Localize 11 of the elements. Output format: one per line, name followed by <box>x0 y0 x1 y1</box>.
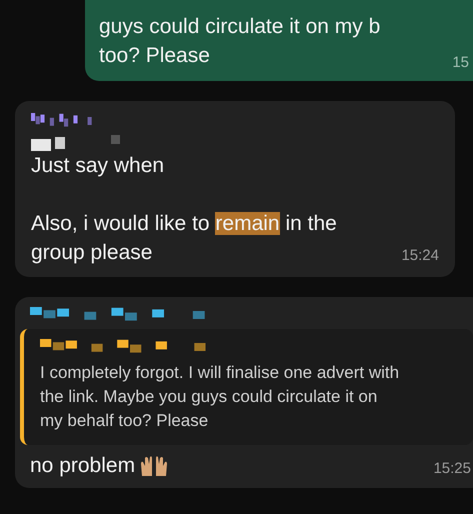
raised-hands-icon <box>139 454 170 478</box>
quoted-text: I completely forgot. I will finalise one advert with the link. Maybe you guys could circulate it on my behalf too? Please <box>40 362 400 432</box>
message-time: 15:25 <box>433 458 472 478</box>
message-text: group please <box>31 240 152 266</box>
message-text: Also, i would like to remain in the <box>31 210 337 236</box>
message-time: 15:24 <box>401 246 439 266</box>
message-time: 15 <box>452 53 469 73</box>
message-text: guys could circulate it on my b <box>99 14 380 40</box>
message-text: Just say when <box>31 152 164 178</box>
message-text: too? Please <box>99 43 210 69</box>
message-text: no problem <box>30 453 136 479</box>
